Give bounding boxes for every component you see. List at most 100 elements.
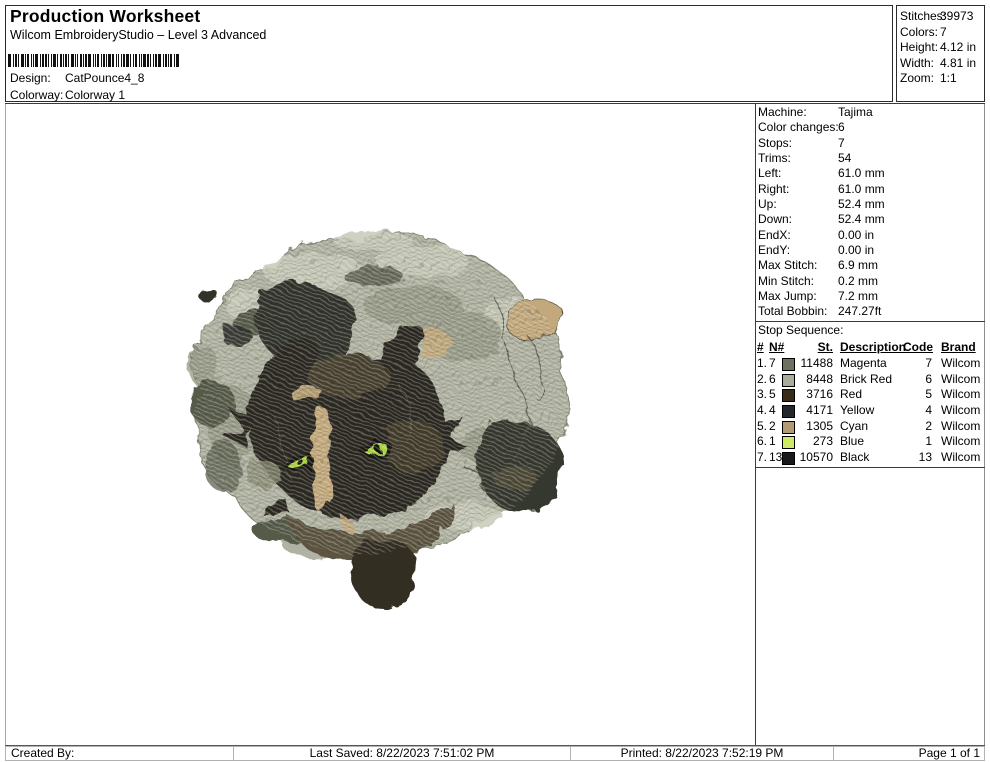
info-label: Trims: <box>758 151 791 166</box>
thread-color-swatch <box>782 373 795 387</box>
page-title: Production Worksheet <box>10 6 201 26</box>
thread-color-swatch <box>782 436 795 450</box>
stop-sequence-row: 2. 6 8448 Brick Red 6 Wilcom <box>755 372 985 388</box>
cell-code: 2 <box>925 418 932 433</box>
stat-label: Zoom: <box>900 71 935 86</box>
stat-value: 1:1 <box>940 71 957 86</box>
stat-label: Width: <box>900 55 935 70</box>
col-stitches: St. <box>817 340 833 354</box>
machine-info-row: Max Jump: 7.2 mm <box>755 289 985 304</box>
info-label: Right: <box>758 181 790 196</box>
cell-description: Yellow <box>840 403 875 418</box>
col-code: Code <box>903 340 933 354</box>
cell-st: 1305 <box>806 418 833 433</box>
cell-brand: Wilcom <box>941 450 981 465</box>
cell-description: Brick Red <box>840 371 893 386</box>
stat-value: 39973 <box>940 9 974 23</box>
cell-code: 6 <box>925 371 932 386</box>
info-label: Min Stitch: <box>758 273 815 288</box>
col-brand: Brand <box>941 340 976 354</box>
cell-code: 4 <box>925 403 932 418</box>
thread-color-swatch <box>782 389 795 403</box>
info-value: 6.9 mm <box>838 258 879 273</box>
cell-st: 10570 <box>799 450 833 465</box>
cell-description: Blue <box>840 434 865 449</box>
stats-row: Zoom: 1:1 <box>896 71 984 87</box>
info-label: Max Jump: <box>758 289 817 304</box>
machine-info-row: EndX: 0.00 in <box>755 228 985 243</box>
cell-description: Red <box>840 387 863 402</box>
info-value: 7.2 mm <box>838 289 879 304</box>
colorway-label: Colorway: <box>10 88 64 102</box>
footer-created-by: Created By: <box>5 746 238 761</box>
stats-row: Height: 4.12 in <box>896 40 984 56</box>
cell-num: 1. <box>757 356 768 370</box>
cell-code: 13 <box>918 450 932 465</box>
thread-color-swatch <box>782 452 795 466</box>
info-label: EndY: <box>758 243 791 258</box>
stats-list: Stitches: 39973 Colors: 7 Height: 4.12 in Widt… <box>896 9 984 87</box>
thread-color-swatch <box>782 405 795 419</box>
cell-brand: Wilcom <box>941 371 981 386</box>
cell-description: Cyan <box>840 418 869 433</box>
stop-sequence-table: 1. 7 11488 Magenta 7 Wilcom 2. 6 8448 Brick Red 6 W… <box>755 356 985 466</box>
info-value: 52.4 mm <box>838 212 885 227</box>
info-value: 61.0 mm <box>838 166 885 181</box>
stats-row: Colors: 7 <box>896 25 984 41</box>
cell-needle: 4 <box>769 403 776 418</box>
cell-num: 4. <box>757 403 768 418</box>
cell-brand: Wilcom <box>941 403 981 418</box>
main-left-border <box>5 104 6 745</box>
stop-sequence-row: 7. 13 10570 Black 13 Wilcom <box>755 450 985 466</box>
cell-brand: Wilcom <box>941 418 981 433</box>
cell-num: 7. <box>757 450 768 465</box>
cell-num: 3. <box>757 387 768 402</box>
cell-code: 1 <box>925 434 932 449</box>
info-label: Max Stitch: <box>758 258 818 273</box>
machine-info-row: Total Bobbin: 247.27ft <box>755 304 985 319</box>
info-label: Total Bobbin: <box>758 304 828 319</box>
machine-info-row: Right: 61.0 mm <box>755 182 985 197</box>
info-label: Machine: <box>758 105 807 119</box>
design-value: CatPounce4_8 <box>65 71 145 85</box>
info-value: 0.00 in <box>838 243 875 258</box>
machine-info-list: Machine: Tajima Color changes: 6 Stops: 7 Trim… <box>755 105 985 320</box>
cell-num: 6. <box>757 434 768 449</box>
cell-st: 273 <box>812 434 833 449</box>
info-label: Up: <box>758 197 777 212</box>
stop-sequence-row: 5. 2 1305 Cyan 2 Wilcom <box>755 419 985 435</box>
cell-needle: 6 <box>769 371 776 386</box>
cell-num: 5. <box>757 418 768 433</box>
cell-code: 7 <box>925 356 932 370</box>
cell-code: 5 <box>925 387 932 402</box>
info-value: Tajima <box>838 105 873 119</box>
machine-info-row: EndY: 0.00 in <box>755 243 985 258</box>
info-value: 54 <box>838 151 852 166</box>
colorway-value: Colorway 1 <box>65 88 126 102</box>
machine-info-row: Left: 61.0 mm <box>755 166 985 181</box>
footer-printed: Printed: 8/22/2023 7:52:19 PM <box>570 746 834 761</box>
thread-color-swatch <box>782 420 795 434</box>
thread-color-swatch <box>782 358 795 371</box>
col-description: Description <box>840 340 907 354</box>
stop-sequence-header: # N# St. Description Code Brand <box>755 340 985 356</box>
stat-label: Height: <box>900 40 939 55</box>
cell-st: 11488 <box>800 356 833 370</box>
info-value: 6 <box>838 120 845 135</box>
design-preview-image <box>189 231 570 608</box>
col-needle: N# <box>769 340 785 354</box>
machine-info-row: Min Stitch: 0.2 mm <box>755 274 985 289</box>
footer-page-number: Page 1 of 1 <box>833 746 985 761</box>
cell-needle: 1 <box>769 434 776 449</box>
machine-info-row: Machine: Tajima <box>755 105 985 120</box>
stat-value: 4.12 in <box>940 40 977 55</box>
stat-label: Colors: <box>900 24 939 39</box>
cell-st: 3716 <box>806 387 833 402</box>
software-subtitle: Wilcom EmbroideryStudio – Level 3 Advanc… <box>10 28 267 42</box>
stop-sequence-divider <box>755 321 985 322</box>
stop-sequence-row: 1. 7 11488 Magenta 7 Wilcom <box>755 356 985 372</box>
stop-sequence-row: 4. 4 4171 Yellow 4 Wilcom <box>755 403 985 419</box>
machine-info-row: Down: 52.4 mm <box>755 212 985 227</box>
stop-sequence-row: 3. 5 3716 Red 5 Wilcom <box>755 387 985 403</box>
machine-info-row: Max Stitch: 6.9 mm <box>755 258 985 273</box>
